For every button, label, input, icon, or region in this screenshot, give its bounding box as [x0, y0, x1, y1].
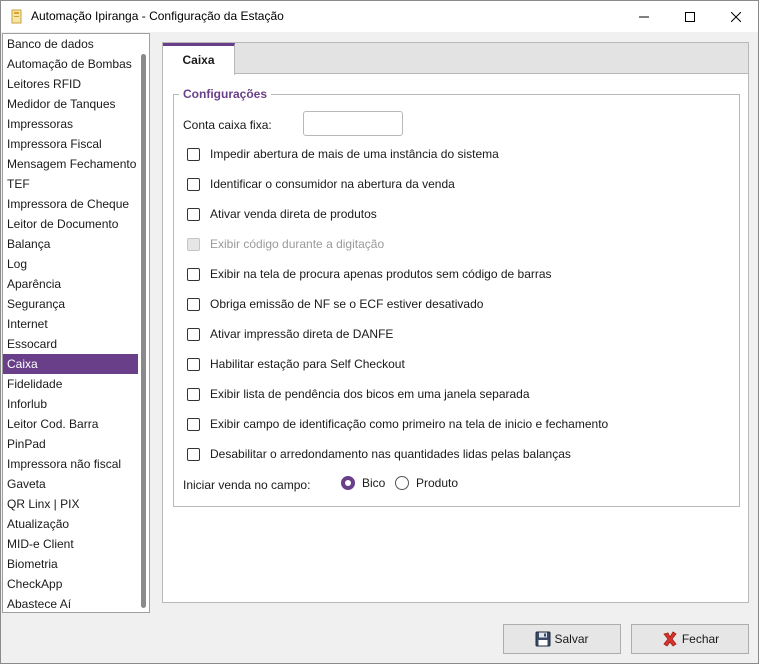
sidebar-scrollbar[interactable] — [138, 34, 149, 612]
sidebar-item[interactable]: Essocard — [3, 334, 139, 354]
sidebar-item[interactable]: Inforlub — [3, 394, 139, 414]
sidebar-item[interactable]: Leitor Cod. Barra — [3, 414, 139, 434]
checkbox-label: Identificar o consumidor na abertura da … — [210, 177, 455, 191]
sidebar-item[interactable]: Fidelidade — [3, 374, 139, 394]
conta-caixa-label: Conta caixa fixa: — [183, 118, 272, 132]
sidebar-item[interactable]: Atualização — [3, 514, 139, 534]
checkbox[interactable] — [187, 327, 200, 341]
close-button-label: Fechar — [681, 632, 720, 646]
save-button-label: Salvar — [554, 632, 589, 646]
checkbox[interactable] — [187, 297, 200, 311]
sidebar-item[interactable]: CheckApp — [3, 574, 139, 594]
radio-option[interactable]: Bico — [341, 476, 385, 490]
sidebar-item[interactable]: Biometria — [3, 554, 139, 574]
scrollbar-thumb[interactable] — [141, 54, 146, 608]
checkbox-label: Obriga emissão de NF se o ECF estiver de… — [210, 297, 484, 311]
sidebar-item[interactable]: Caixa — [3, 354, 139, 374]
group-title: Configurações — [179, 87, 272, 101]
sidebar-item[interactable]: Medidor de Tanques — [3, 94, 139, 114]
checkbox-label: Impedir abertura de mais de uma instânci… — [210, 147, 499, 161]
sidebar-item[interactable]: Internet — [3, 314, 139, 334]
checkbox[interactable] — [187, 267, 200, 281]
radio-label: Produto — [416, 476, 459, 490]
sidebar-item[interactable]: Impressora não fiscal — [3, 454, 139, 474]
red-x-icon — [661, 630, 679, 648]
checkbox-label: Exibir código durante a digitação — [210, 237, 385, 251]
sidebar-item[interactable]: Mensagem Fechamento — [3, 154, 139, 174]
sidebar-item[interactable]: Leitor de Documento — [3, 214, 139, 234]
sidebar-item[interactable]: QR Linx | PIX — [3, 494, 139, 514]
sidebar-item[interactable]: Impressora de Cheque — [3, 194, 139, 214]
minimize-button[interactable] — [621, 1, 667, 32]
checkbox-row[interactable]: Exibir campo de identificação como prime… — [187, 416, 608, 432]
checkbox[interactable] — [187, 447, 200, 461]
radio-button[interactable] — [395, 476, 409, 490]
checkbox-label: Exibir campo de identificação como prime… — [210, 417, 609, 431]
minimize-icon — [639, 16, 649, 17]
checkbox[interactable] — [187, 417, 200, 431]
radio-button[interactable] — [341, 476, 355, 490]
sidebar-item[interactable]: Impressoras — [3, 114, 139, 134]
tab-caixa[interactable]: Caixa — [163, 43, 235, 75]
checkbox-row[interactable]: Obriga emissão de NF se o ECF estiver de… — [187, 296, 483, 312]
checkbox-row[interactable]: Ativar impressão direta de DANFE — [187, 326, 393, 342]
checkbox[interactable] — [187, 387, 200, 401]
floppy-disk-icon — [535, 631, 551, 647]
main-panel: Caixa Configurações Conta caixa fixa: Im… — [162, 42, 749, 603]
tab-strip: Caixa — [163, 43, 748, 75]
checkbox-label: Exibir na tela de procura apenas produto… — [210, 267, 552, 281]
title-bar: Automação Ipiranga - Configuração da Est… — [1, 1, 758, 32]
sidebar-item[interactable]: Gaveta — [3, 474, 139, 494]
checkbox-row[interactable]: Exibir lista de pendência dos bicos em u… — [187, 386, 530, 402]
close-dialog-button[interactable]: Fechar — [631, 624, 749, 654]
window-title: Automação Ipiranga - Configuração da Est… — [31, 9, 284, 23]
app-icon — [11, 9, 22, 24]
iniciar-venda-label: Iniciar venda no campo: — [183, 478, 311, 492]
radio-label: Bico — [362, 476, 386, 490]
sidebar-item[interactable]: Abastece Aí — [3, 594, 139, 612]
checkbox-label: Ativar venda direta de produtos — [210, 207, 377, 221]
settings-sidebar: Banco de dados Automação de Bombas Leitore… — [2, 33, 150, 613]
config-window: Automação Ipiranga - Configuração da Est… — [0, 0, 759, 664]
checkbox[interactable] — [187, 207, 200, 221]
checkbox-row[interactable]: Habilitar estação para Self Checkout — [187, 356, 405, 372]
sidebar-item[interactable]: Banco de dados — [3, 34, 139, 54]
checkbox — [187, 237, 200, 251]
checkbox-label: Exibir lista de pendência dos bicos em u… — [210, 387, 530, 401]
radio-option[interactable]: Produto — [395, 476, 458, 490]
radio-dot — [345, 480, 351, 486]
sidebar-item[interactable]: Impressora Fiscal — [3, 134, 139, 154]
checkbox-row[interactable]: Identificar o consumidor na abertura da … — [187, 176, 455, 192]
sidebar-item[interactable]: Aparência — [3, 274, 139, 294]
checkbox-label: Desabilitar o arredondamento nas quantid… — [210, 447, 571, 461]
checkbox-row: Exibir código durante a digitação — [187, 236, 384, 252]
maximize-icon — [685, 11, 695, 22]
sidebar-item[interactable]: Automação de Bombas — [3, 54, 139, 74]
sidebar-item[interactable]: Balança — [3, 234, 139, 254]
checkbox[interactable] — [187, 177, 200, 191]
checkbox[interactable] — [187, 147, 200, 161]
sidebar-item[interactable]: MID-e Client — [3, 534, 139, 554]
checkbox-row[interactable]: Exibir na tela de procura apenas produto… — [187, 266, 552, 282]
close-button[interactable] — [713, 1, 759, 32]
sidebar-item[interactable]: Leitores RFID — [3, 74, 139, 94]
sidebar-item[interactable]: PinPad — [3, 434, 139, 454]
checkbox-row[interactable]: Impedir abertura de mais de uma instânci… — [187, 146, 499, 162]
save-button[interactable]: Salvar — [503, 624, 621, 654]
checkbox-label: Ativar impressão direta de DANFE — [210, 327, 394, 341]
checkbox-row[interactable]: Ativar venda direta de produtos — [187, 206, 377, 222]
checkbox[interactable] — [187, 357, 200, 371]
close-icon — [731, 11, 741, 22]
checkbox-row[interactable]: Desabilitar o arredondamento nas quantid… — [187, 446, 571, 462]
sidebar-item[interactable]: Log — [3, 254, 139, 274]
maximize-button[interactable] — [667, 1, 713, 32]
checkbox-label: Habilitar estação para Self Checkout — [210, 357, 405, 371]
sidebar-item[interactable]: TEF — [3, 174, 139, 194]
conta-caixa-input[interactable] — [303, 111, 403, 136]
sidebar-item[interactable]: Segurança — [3, 294, 139, 314]
configuracoes-group: Configurações Conta caixa fixa: Impedir … — [173, 87, 740, 507]
sidebar-list: Banco de dados Automação de Bombas Leitore… — [3, 34, 139, 612]
